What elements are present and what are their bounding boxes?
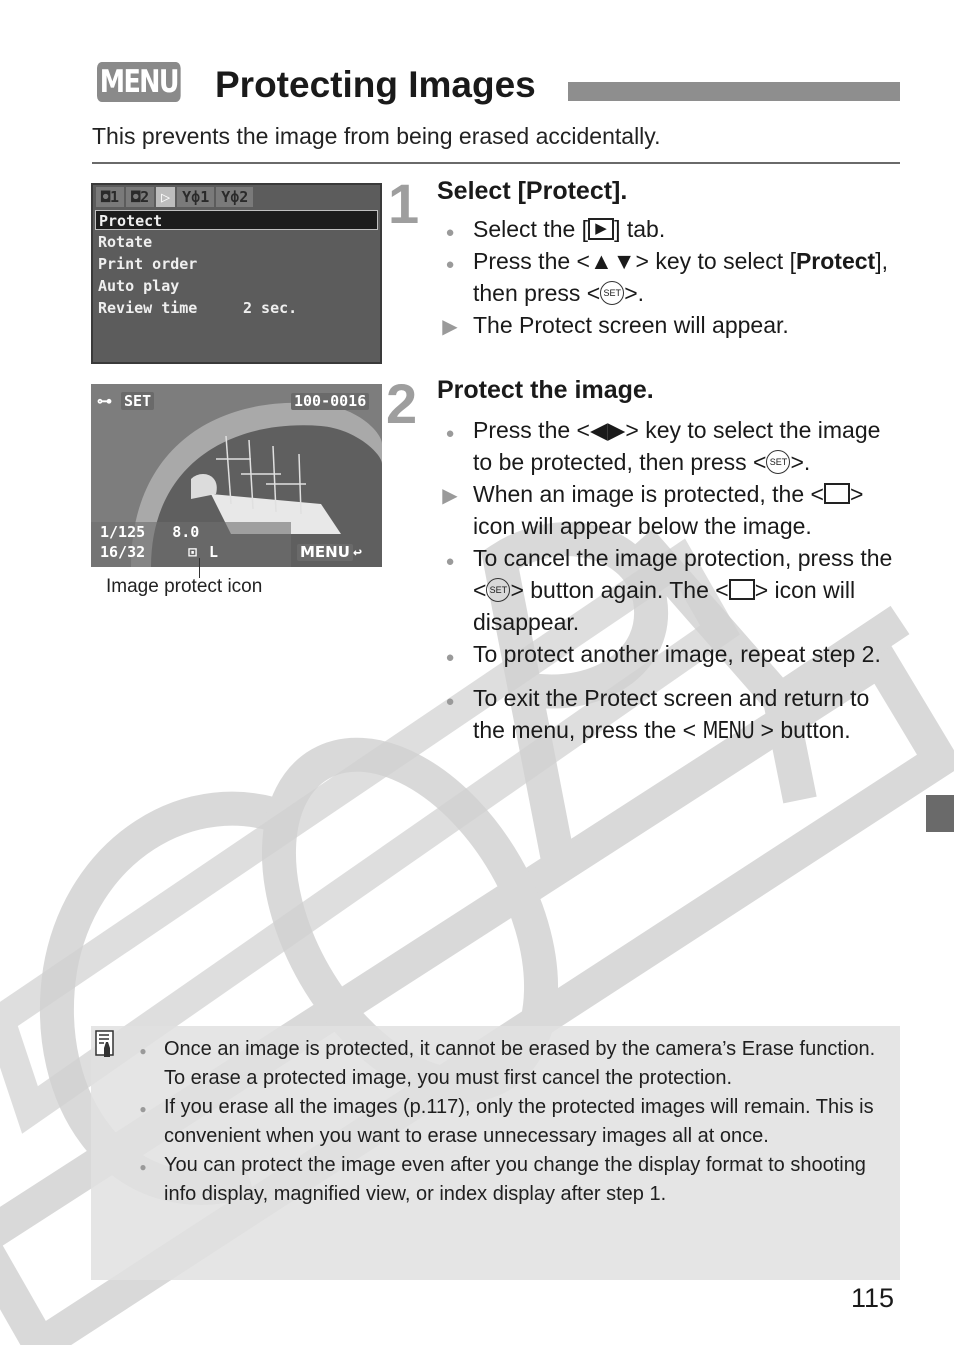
- menu-return-label: MENU: [297, 544, 353, 561]
- chapter-side-tab: [926, 795, 954, 832]
- menu-item-label: Rotate: [98, 233, 153, 251]
- key-icon: ⊶: [97, 392, 112, 410]
- notes-list: Once an image is protected, it cannot be…: [136, 1035, 896, 1209]
- callout-line: [199, 558, 200, 578]
- bullet-icon: [136, 1035, 150, 1066]
- list-item: The Protect screen will appear.: [440, 309, 900, 341]
- camera-2-icon: ◘2: [126, 187, 155, 207]
- camera-menu-screen: ◘1 ◘2 ▷ Υф1 Υф2 Protect Rotate Print ord…: [91, 183, 382, 364]
- menu-item-label: Auto play: [98, 277, 180, 295]
- result-arrow-icon: [440, 478, 460, 512]
- text: >.: [624, 280, 645, 306]
- bullet-icon: [440, 213, 460, 249]
- text: To protect another image, repeat step 2.: [473, 641, 881, 667]
- list-item: To protect another image, repeat step 2.: [440, 638, 900, 670]
- header-divider: [92, 162, 900, 164]
- camera-menu-tabs: ◘1 ◘2 ▷ Υф1 Υф2: [96, 187, 254, 207]
- text: ] tab.: [614, 216, 666, 242]
- protect-key-icon: [728, 579, 755, 601]
- image-protect-icon: ⊡: [188, 543, 198, 561]
- list-item: Press the <◀▶> key to select the image t…: [440, 414, 900, 478]
- menu-item-label: Protect: [99, 212, 163, 230]
- step-number-1: 1: [388, 172, 420, 235]
- bullet-icon: [440, 245, 460, 281]
- shutter-aperture: 1/125 8.0: [100, 523, 200, 541]
- setup-2-icon: Υф2: [216, 187, 254, 207]
- text: Press the <: [473, 248, 590, 274]
- set-label: SET: [121, 392, 155, 410]
- camera-menu-item-auto-play: Auto play: [95, 276, 378, 296]
- note-item: If you erase all the images (p.117), onl…: [136, 1093, 896, 1151]
- camera-menu-item-review-time: Review time 2 sec.: [95, 298, 378, 318]
- text: > button.: [760, 717, 851, 743]
- photo-protect-set-indicator: ⊶ SET: [97, 392, 155, 410]
- bullet-icon: [136, 1151, 150, 1182]
- text: > key to select [: [635, 248, 796, 274]
- menu-button-label: MENU: [702, 718, 755, 744]
- list-item: Press the <▲▼> key to select [Protect], …: [440, 245, 900, 309]
- text: The Protect screen will appear.: [473, 312, 789, 338]
- list-item: When an image is protected, the <> icon …: [440, 478, 900, 542]
- result-arrow-icon: [440, 309, 460, 343]
- protect-key-icon: [823, 483, 850, 505]
- menu-item-value: 2 sec.: [243, 299, 298, 317]
- menu-section-icon: MENU: [97, 62, 181, 102]
- camera-menu-item-rotate: Rotate: [95, 232, 378, 252]
- playback-tab-icon: ▷: [156, 187, 176, 207]
- set-button-icon: SET: [600, 280, 625, 305]
- bullet-icon: [440, 542, 460, 578]
- step-2-instructions: Press the <◀▶> key to select the image t…: [440, 414, 900, 747]
- return-icon: ↩: [353, 543, 363, 561]
- menu-item-label: Print order: [98, 255, 198, 273]
- intro-text: This prevents the image from being erase…: [92, 123, 661, 149]
- list-item: To exit the Protect screen and return to…: [440, 682, 900, 747]
- setup-1-icon: Υф1: [177, 187, 215, 207]
- set-button-icon: SET: [486, 577, 511, 602]
- file-number: 100-0016: [291, 393, 370, 410]
- text: Select the [: [473, 216, 589, 242]
- bullet-icon: [440, 414, 460, 450]
- text: Protect: [795, 248, 876, 274]
- image-protect-caption: Image protect icon: [106, 576, 263, 597]
- left-right-key-icon: ◀▶: [589, 417, 626, 443]
- bullet-icon: [440, 638, 460, 674]
- list-item: Select the [▶] tab.: [440, 213, 900, 245]
- quality-indicator: L: [209, 543, 219, 561]
- note-text: You can protect the image even after you…: [164, 1154, 866, 1205]
- step-1-instructions: Select the [▶] tab. Press the <▲▼> key t…: [440, 213, 900, 341]
- set-button-icon: SET: [766, 449, 791, 474]
- menu-item-label: Review time: [98, 299, 198, 317]
- note-text: Once an image is protected, it cannot be…: [164, 1038, 876, 1089]
- step-number-2: 2: [386, 372, 418, 435]
- note-item: You can protect the image even after you…: [136, 1151, 896, 1209]
- step-2-title: Protect the image.: [437, 376, 654, 404]
- title-decorative-bar: [568, 82, 900, 101]
- bullet-icon: [136, 1093, 150, 1124]
- bullet-icon: [440, 682, 460, 718]
- playback-photo: ⊶ SET 100-0016 1/125 8.0 16/32 ⊡ L MENU …: [91, 384, 382, 567]
- text: > button again. The <: [510, 577, 729, 603]
- page-number: 115: [851, 1283, 895, 1313]
- up-down-key-icon: ▲▼: [589, 248, 636, 274]
- frame-count: 16/32: [100, 543, 146, 561]
- text: When an image is protected, the <: [473, 481, 824, 507]
- note-item: Once an image is protected, it cannot be…: [136, 1035, 896, 1093]
- memo-icon: [95, 1030, 114, 1057]
- camera-1-icon: ◘1: [96, 187, 125, 207]
- text: >.: [790, 449, 811, 475]
- text: Press the <: [473, 417, 590, 443]
- camera-menu-item-print-order: Print order: [95, 254, 378, 274]
- step-1-title: Select [Protect].: [437, 177, 628, 205]
- camera-menu-item-protect: Protect: [95, 210, 378, 230]
- playback-tab-icon: ▶: [588, 217, 615, 240]
- page-title: Protecting Images: [215, 64, 536, 105]
- list-item: To cancel the image protection, press th…: [440, 542, 900, 638]
- note-text: If you erase all the images (p.117), onl…: [164, 1096, 874, 1147]
